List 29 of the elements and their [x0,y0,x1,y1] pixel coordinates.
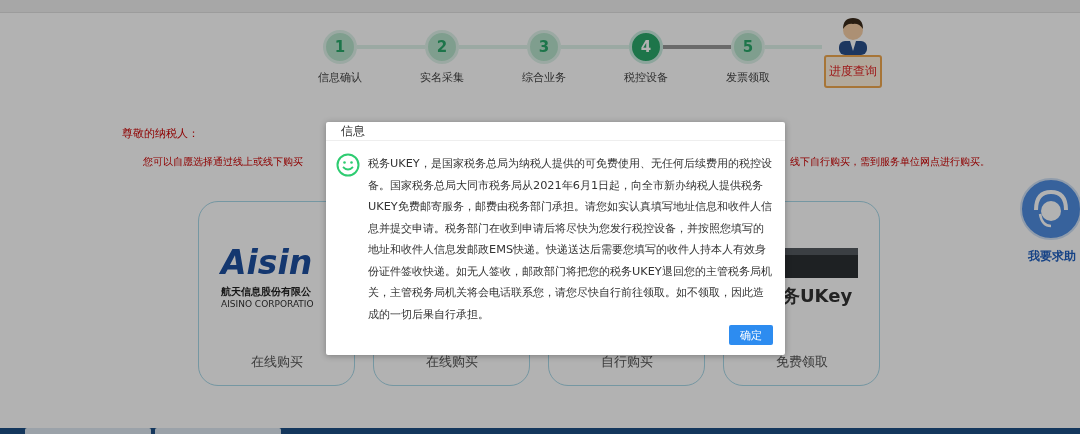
dialog-title: 信息 [341,122,365,140]
progress-query-button[interactable]: 进度查询 [824,55,882,88]
taskbar-tab[interactable] [25,428,151,434]
card-label: 在线购买 [425,353,478,371]
logo-text: Aisin [221,246,313,279]
notice-text: 您可以自愿选择通过线上或线下购买 [143,155,303,169]
step-label: 信息确认 [318,70,362,85]
ukey-device-icon [782,247,858,278]
smiley-icon [336,153,360,177]
notice-greeting: 尊敬的纳税人： [122,127,199,141]
confirm-button[interactable]: 确定 [729,325,773,345]
step-number: 1 [323,30,357,64]
step-number: 3 [527,30,561,64]
step-label: 税控设备 [624,70,668,85]
step-label: 发票领取 [726,70,770,85]
step-number: 5 [731,30,765,64]
card-label: 在线购买 [250,353,303,371]
step-number: 4 [629,30,663,64]
company-name-english: AISINO CORPORATIO [221,299,314,309]
company-name: 航天信息股份有限公 [221,285,311,299]
help-label[interactable]: 我要求助 [1028,248,1076,265]
card-label: 免费领取 [775,353,828,371]
step-label: 综合业务 [522,70,566,85]
taskbar-tab[interactable] [155,428,281,434]
notice-text: 线下自行购买，需到服务单位网点进行购买。 [790,155,990,169]
headset-icon[interactable] [1020,178,1080,240]
step-number: 2 [425,30,459,64]
card-label: 自行购买 [600,353,653,371]
step-label: 实名采集 [420,70,464,85]
